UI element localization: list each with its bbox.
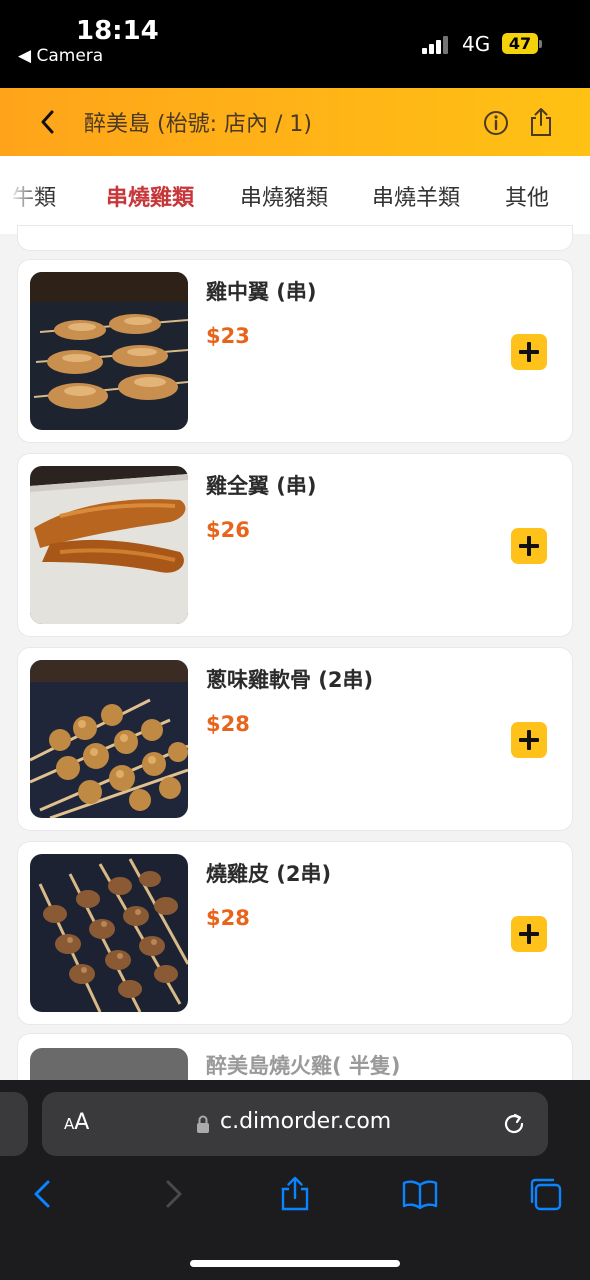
- url-text: c.dimorder.com: [220, 1109, 392, 1134]
- add-to-cart-button[interactable]: [511, 528, 547, 564]
- item-price: $28: [206, 712, 250, 736]
- app-header: 醉美島 (枱號: 店內 / 1): [0, 88, 590, 156]
- category-tabs: 牛類 串燒雞類 串燒豬類 串燒羊類 其他: [0, 156, 590, 234]
- add-to-cart-button[interactable]: [511, 722, 547, 758]
- share-icon[interactable]: [526, 106, 556, 138]
- back-arrow-icon[interactable]: [34, 106, 64, 138]
- tabs-icon[interactable]: [527, 1176, 563, 1212]
- lock-icon: [197, 1115, 209, 1133]
- item-name: 雞全翼 (串): [206, 474, 317, 498]
- tab-pork-skewers[interactable]: 串燒豬類: [240, 180, 328, 212]
- status-bar: 18:14 ◀ Camera 4G 47: [0, 0, 590, 88]
- home-indicator[interactable]: [190, 1260, 400, 1267]
- add-to-cart-button[interactable]: [511, 334, 547, 370]
- chicken-whole-wing-photo: [30, 466, 188, 624]
- tab-chicken-skewers[interactable]: 串燒雞類: [106, 180, 194, 212]
- battery-icon: 47: [502, 33, 538, 54]
- previous-tab-pill[interactable]: [0, 1092, 28, 1156]
- network-type: 4G: [462, 32, 491, 56]
- back-icon[interactable]: [26, 1176, 62, 1212]
- item-price: $23: [206, 324, 250, 348]
- menu-item-card[interactable]: 燒雞皮 (2串) $28: [18, 842, 572, 1024]
- info-icon[interactable]: [482, 109, 510, 137]
- item-price: $26: [206, 518, 250, 542]
- status-time: 18:14: [76, 16, 159, 46]
- item-price: $28: [206, 906, 250, 930]
- item-name: 醉美島燒火雞( 半隻): [206, 1054, 401, 1078]
- bookmarks-icon[interactable]: [402, 1176, 438, 1212]
- menu-item-card[interactable]: 雞中翼 (串) $23: [18, 260, 572, 442]
- item-name: 燒雞皮 (2串): [206, 862, 332, 886]
- item-name: 雞中翼 (串): [206, 280, 317, 304]
- share-icon[interactable]: [277, 1176, 313, 1212]
- tabs-fade-left: [0, 156, 42, 234]
- menu-item-card[interactable]: 雞全翼 (串) $26: [18, 454, 572, 636]
- chicken-skin-photo: [30, 854, 188, 1012]
- address-bar[interactable]: AA c.dimorder.com: [42, 1092, 548, 1156]
- reader-settings-button[interactable]: AA: [64, 1110, 89, 1135]
- tabs-fade-right: [550, 156, 590, 234]
- page-title: 醉美島 (枱號: 店內 / 1): [84, 112, 312, 137]
- signal-icon: [422, 36, 450, 54]
- reload-icon[interactable]: [500, 1110, 528, 1138]
- battery-cap: [539, 40, 542, 48]
- chicken-mid-wing-photo: [30, 272, 188, 430]
- forward-icon[interactable]: [154, 1176, 190, 1212]
- back-to-camera-link[interactable]: ◀ Camera: [18, 46, 103, 66]
- tab-others[interactable]: 其他: [505, 180, 549, 212]
- chicken-cartilage-photo: [30, 660, 188, 818]
- item-name: 蔥味雞軟骨 (2串): [206, 668, 374, 692]
- add-to-cart-button[interactable]: [511, 916, 547, 952]
- menu-item-card[interactable]: 蔥味雞軟骨 (2串) $28: [18, 648, 572, 830]
- previous-card-edge: [18, 226, 572, 250]
- browser-toolbar: AA c.dimorder.com: [0, 1080, 590, 1280]
- tab-lamb-skewers[interactable]: 串燒羊類: [372, 180, 460, 212]
